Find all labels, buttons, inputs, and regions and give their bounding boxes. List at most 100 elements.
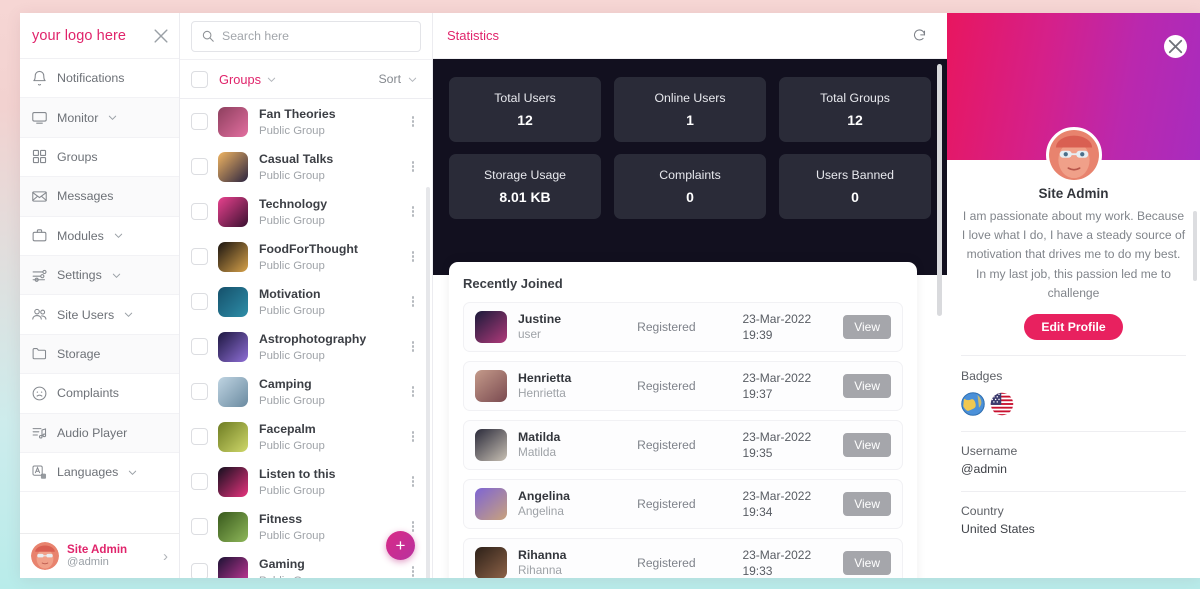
group-thumbnail [218, 196, 248, 227]
list-item[interactable]: Casual Talks Public Group [180, 144, 432, 189]
group-checkbox[interactable] [191, 518, 208, 535]
list-item[interactable]: Technology Public Group [180, 189, 432, 234]
refresh-icon[interactable] [908, 25, 930, 47]
profile-name: Site Admin [1038, 186, 1109, 201]
group-checkbox[interactable] [191, 113, 208, 130]
list-item[interactable]: Listen to this Public Group [180, 459, 432, 504]
group-subtitle: Public Group [259, 530, 325, 543]
group-checkbox[interactable] [191, 383, 208, 400]
sidebar-item-messages[interactable]: Messages [20, 177, 179, 217]
group-name: Astrophotography [259, 332, 367, 347]
group-name: Camping [259, 377, 312, 392]
group-menu-icon[interactable] [406, 385, 420, 399]
stat-card-users-banned: Users Banned 0 [779, 154, 931, 219]
group-menu-icon[interactable] [406, 430, 420, 444]
sidebar-item-audio-player[interactable]: Audio Player [20, 413, 179, 453]
group-checkbox[interactable] [191, 473, 208, 490]
groups-header: Groups Sort [180, 59, 432, 99]
chevron-right-icon[interactable]: › [163, 548, 171, 565]
globe-badge-icon[interactable] [961, 392, 985, 416]
group-checkbox[interactable] [191, 158, 208, 175]
stat-value: 12 [847, 112, 863, 128]
list-item[interactable]: Fan Theories Public Group [180, 99, 432, 144]
chevron-down-icon[interactable] [407, 74, 418, 85]
list-item[interactable]: FoodForThought Public Group [180, 234, 432, 279]
chevron-down-icon[interactable] [111, 270, 122, 281]
group-checkbox[interactable] [191, 248, 208, 265]
stat-value: 8.01 KB [499, 189, 551, 205]
group-name: Fan Theories [259, 107, 336, 122]
chevron-down-icon[interactable] [127, 467, 138, 478]
close-icon[interactable] [151, 26, 171, 46]
sidebar-item-complaints[interactable]: Complaints [20, 374, 179, 414]
view-button[interactable]: View [843, 433, 891, 457]
group-checkbox[interactable] [191, 203, 208, 220]
group-menu-icon[interactable] [406, 205, 420, 219]
user-status: Registered [637, 497, 696, 511]
group-thumbnail [218, 376, 248, 407]
group-name: Motivation [259, 287, 321, 302]
group-checkbox[interactable] [191, 338, 208, 355]
sort-label[interactable]: Sort [378, 72, 401, 86]
list-item[interactable]: Facepalm Public Group [180, 414, 432, 459]
user-time: 19:37 [742, 387, 773, 401]
user-status: Registered [637, 379, 696, 393]
group-thumbnail [218, 421, 248, 452]
sidebar-item-groups[interactable]: Groups [20, 138, 179, 178]
group-checkbox[interactable] [191, 293, 208, 310]
search-input[interactable] [222, 29, 411, 43]
sidebar-item-site-users[interactable]: Site Users [20, 295, 179, 335]
list-item[interactable]: Motivation Public Group [180, 279, 432, 324]
group-menu-icon[interactable] [406, 520, 420, 534]
chevron-down-icon[interactable] [123, 309, 134, 320]
group-menu-icon[interactable] [406, 250, 420, 264]
page-title: Statistics [447, 28, 500, 43]
user-time: 19:33 [742, 564, 773, 578]
group-subtitle: Public Group [259, 485, 325, 498]
frown-icon [31, 385, 48, 402]
group-name: Fitness [259, 512, 303, 527]
view-button[interactable]: View [843, 315, 891, 339]
sidebar-item-notifications[interactable]: Notifications [20, 59, 179, 99]
edit-profile-button[interactable]: Edit Profile [1024, 314, 1123, 341]
group-menu-icon[interactable] [406, 340, 420, 354]
country-field: Country United States [947, 492, 1200, 536]
group-menu-icon[interactable] [406, 115, 420, 129]
view-button[interactable]: View [843, 374, 891, 398]
profile-scrollbar[interactable] [1193, 211, 1197, 281]
sidebar-item-settings[interactable]: Settings [20, 255, 179, 296]
stat-card-online-users: Online Users 1 [614, 77, 766, 142]
chevron-down-icon[interactable] [266, 74, 277, 85]
group-name: Facepalm [259, 422, 316, 437]
envelope-icon [31, 188, 48, 205]
group-menu-icon[interactable] [406, 160, 420, 174]
table-row: Justine user Registered 23-Mar-2022 19:39 Vie… [463, 302, 903, 352]
add-group-button[interactable]: + [386, 531, 415, 560]
us-flag-badge-icon[interactable] [990, 392, 1014, 416]
group-menu-icon[interactable] [406, 475, 420, 489]
group-menu-icon[interactable] [406, 295, 420, 309]
sidebar-item-modules[interactable]: Modules [20, 217, 179, 256]
chevron-down-icon[interactable] [107, 112, 118, 123]
close-icon[interactable] [1164, 35, 1187, 58]
sidebar-item-monitor[interactable]: Monitor [20, 98, 179, 138]
sidebar-item-label: Languages [57, 465, 119, 480]
group-checkbox[interactable] [191, 428, 208, 445]
view-button[interactable]: View [843, 551, 891, 575]
playlist-music-icon [31, 424, 48, 441]
sidebar-user[interactable]: Site Admin @admin › [20, 533, 179, 578]
username-value: @admin [961, 462, 1007, 477]
list-item[interactable]: Camping Public Group [180, 369, 432, 414]
sidebar-item-storage[interactable]: Storage [20, 334, 179, 375]
group-menu-icon[interactable] [406, 565, 420, 578]
main-scrollbar[interactable] [937, 64, 942, 316]
list-item[interactable]: Astrophotography Public Group [180, 324, 432, 369]
view-button[interactable]: View [843, 492, 891, 516]
select-all-checkbox[interactable] [191, 70, 208, 88]
search-box[interactable] [191, 20, 421, 52]
groups-scrollbar[interactable] [426, 187, 430, 578]
sidebar-item-languages[interactable]: Languages [20, 453, 179, 493]
user-avatar [475, 311, 507, 343]
group-checkbox[interactable] [191, 563, 208, 578]
chevron-down-icon[interactable] [113, 230, 124, 241]
